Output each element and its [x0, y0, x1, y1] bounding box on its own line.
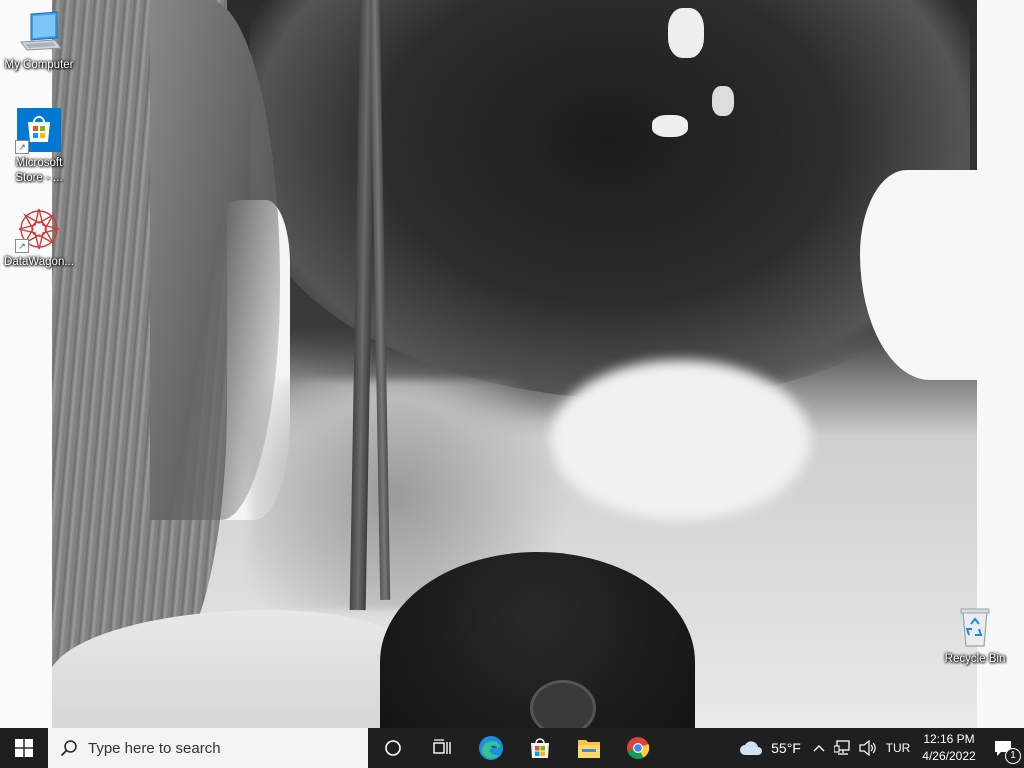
desktop-icon-label: DataWagon...	[4, 256, 74, 268]
edge-icon	[478, 736, 503, 760]
desktop-icon-label: Recycle Bin	[944, 653, 1006, 665]
wallpaper-highlight	[668, 8, 704, 58]
recycle-bin-icon	[951, 602, 999, 650]
store-button[interactable]	[515, 728, 564, 768]
shortcut-arrow-icon: ↗	[15, 140, 29, 154]
taskbar-clock[interactable]: 12:16 PM 4/26/2022	[916, 728, 982, 768]
chevron-up-icon	[813, 745, 825, 752]
computer-icon	[15, 8, 63, 56]
shortcut-arrow-icon: ↗	[15, 239, 29, 253]
speaker-icon	[859, 740, 876, 756]
desktop-icon-recycle-bin[interactable]: Recycle Bin	[937, 602, 1013, 667]
task-view-button[interactable]	[417, 728, 466, 768]
input-language-indicator[interactable]: TUR	[880, 728, 916, 768]
action-center-button[interactable]: 1	[982, 728, 1024, 768]
task-view-icon	[432, 739, 451, 754]
chrome-icon	[626, 737, 649, 759]
cloud-icon	[740, 741, 763, 755]
file-explorer-button[interactable]	[564, 728, 613, 768]
cortana-button[interactable]	[368, 728, 417, 768]
system-tray: 55°F TUR 12:16 PM 4/26/2022 1	[732, 728, 1024, 768]
chrome-button[interactable]	[613, 728, 662, 768]
wallpaper-figure-ear	[530, 680, 596, 728]
show-hidden-icons-button[interactable]	[808, 728, 830, 768]
wallpaper-highlight	[652, 115, 688, 137]
desktop-icon-microsoft-store[interactable]: ↗ Microsoft Store - ...	[1, 106, 77, 186]
desktop-icon-label: My Computer	[4, 59, 74, 71]
wallpaper-highlight	[712, 86, 734, 116]
desktop-icon-label: Microsoft Store - ...	[15, 157, 63, 184]
clock-date: 4/26/2022	[922, 749, 976, 763]
notification-count-badge: 1	[1005, 748, 1021, 764]
file-explorer-icon	[577, 740, 600, 758]
network-button[interactable]	[830, 728, 856, 768]
taskbar: Type here to search 55°F TUR 12:16 PM 4/…	[0, 728, 1024, 768]
cortana-icon	[384, 740, 401, 756]
windows-logo-icon	[15, 739, 33, 757]
store-icon	[530, 738, 549, 758]
taskbar-search-box[interactable]: Type here to search	[48, 728, 368, 768]
microsoft-store-icon: ↗	[15, 106, 63, 154]
search-icon	[60, 740, 77, 757]
search-placeholder: Type here to search	[88, 739, 221, 757]
datawagon-icon: ↗	[15, 205, 63, 253]
edge-button[interactable]	[466, 728, 515, 768]
network-icon	[834, 740, 850, 755]
desktop-wallpaper	[0, 0, 1024, 728]
desktop-icon-my-computer[interactable]: My Computer	[1, 8, 77, 73]
desktop-icon-datawagon[interactable]: ↗ DataWagon...	[1, 205, 77, 270]
weather-temperature: 55°F	[771, 740, 801, 756]
weather-widget[interactable]: 55°F	[732, 728, 808, 768]
start-button[interactable]	[0, 728, 48, 768]
volume-button[interactable]	[856, 728, 880, 768]
clock-time: 12:16 PM	[923, 732, 975, 746]
